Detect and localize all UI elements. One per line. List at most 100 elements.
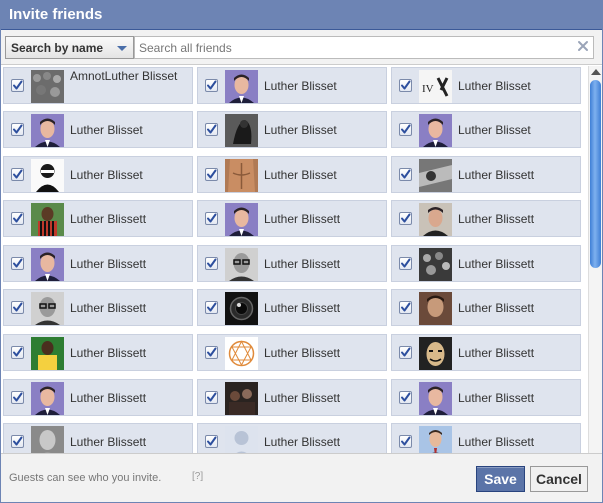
friend-avatar (225, 292, 258, 325)
guests-note: Guests can see who you invite. (9, 472, 162, 484)
friend-checkbox[interactable] (205, 79, 218, 92)
friend-checkbox[interactable] (11, 79, 24, 92)
friend-checkbox[interactable] (399, 301, 412, 314)
friend-item[interactable]: Luther Blissett (391, 379, 581, 416)
friend-item[interactable]: Luther Blissett (391, 289, 581, 326)
friend-checkbox[interactable] (205, 346, 218, 359)
checkmark-icon (13, 302, 23, 312)
friend-item[interactable]: Luther Blisset (391, 111, 581, 148)
friend-checkbox[interactable] (399, 79, 412, 92)
friend-item[interactable]: Luther Blissett (197, 245, 387, 282)
friend-item[interactable]: Luther Blissett (3, 200, 193, 237)
friend-item[interactable]: Luther Blisset (3, 111, 193, 148)
friend-name: Luther Blisset (70, 123, 143, 137)
friend-avatar (31, 70, 64, 103)
friend-checkbox[interactable] (205, 301, 218, 314)
search-bar: Search by name (1, 30, 602, 65)
help-link[interactable]: [?] (192, 471, 203, 482)
invite-friends-dialog: Invite friends Search by name AmnotLuthe… (0, 0, 603, 503)
friend-item[interactable]: Luther Blissett (197, 379, 387, 416)
friend-item[interactable]: Luther Blisset (197, 156, 387, 193)
checkmark-icon (207, 392, 217, 402)
friend-item[interactable]: Luther Blissett (3, 379, 193, 416)
friend-item[interactable]: IV Luther Blisset (391, 67, 581, 104)
friend-name: Luther Blissett (458, 346, 535, 360)
friend-item[interactable]: Luther Blissett (391, 156, 581, 193)
friend-avatar (419, 337, 452, 370)
friend-checkbox[interactable] (399, 168, 412, 181)
friend-item[interactable]: Luther Blissett (3, 423, 193, 453)
friend-avatar (31, 337, 64, 370)
friend-checkbox[interactable] (205, 168, 218, 181)
friend-item[interactable]: Luther Blissett (391, 423, 581, 453)
checkmark-icon (13, 258, 23, 268)
friend-checkbox[interactable] (11, 212, 24, 225)
friend-checkbox[interactable] (399, 212, 412, 225)
friend-name: Luther Blissett (70, 301, 147, 315)
cancel-button[interactable]: Cancel (530, 466, 588, 492)
friend-item[interactable]: AmnotLuther Blisset (3, 67, 193, 104)
checkmark-icon (401, 124, 411, 134)
friend-checkbox[interactable] (11, 301, 24, 314)
friend-name: Luther Blisset (458, 123, 531, 137)
checkmark-icon (207, 347, 217, 357)
friend-avatar (225, 248, 258, 281)
friend-item[interactable]: Luther Blissett (3, 334, 193, 371)
friend-item[interactable]: Luther Blissett (197, 423, 387, 453)
search-filter-dropdown[interactable]: Search by name (5, 36, 134, 59)
friend-checkbox[interactable] (11, 346, 24, 359)
friend-checkbox[interactable] (205, 212, 218, 225)
scrollbar[interactable] (588, 66, 602, 453)
checkmark-icon (13, 169, 23, 179)
friend-avatar (419, 292, 452, 325)
friend-name: Luther Blisset (70, 168, 143, 182)
friend-item[interactable]: Luther Blissett (391, 200, 581, 237)
friend-item[interactable]: Luther Blissett (197, 200, 387, 237)
friend-name: Luther Blisset (458, 79, 531, 93)
friend-item[interactable]: Luther Blisset (3, 156, 193, 193)
friend-list: AmnotLuther Blisset Luther Blisset IV Luthe… (1, 66, 587, 453)
friend-checkbox[interactable] (399, 435, 412, 448)
friend-item[interactable]: Luther Blissett (197, 289, 387, 326)
friend-item[interactable]: Luther Blissett (3, 289, 193, 326)
friend-checkbox[interactable] (399, 346, 412, 359)
friend-checkbox[interactable] (399, 391, 412, 404)
friend-avatar (225, 426, 258, 453)
friend-checkbox[interactable] (205, 435, 218, 448)
friend-name: Luther Blissett (458, 301, 535, 315)
friend-name: Luther Blissett (70, 257, 147, 271)
friend-checkbox[interactable] (11, 391, 24, 404)
friend-name: Luther Blissett (70, 346, 147, 360)
friend-checkbox[interactable] (205, 391, 218, 404)
friend-checkbox[interactable] (11, 435, 24, 448)
checkmark-icon (207, 302, 217, 312)
friend-item[interactable]: Luther Blissett (197, 334, 387, 371)
checkmark-icon (207, 124, 217, 134)
friend-item[interactable]: Luther Blissett (391, 245, 581, 282)
friend-checkbox[interactable] (205, 123, 218, 136)
friend-item[interactable]: Luther Blissett (391, 334, 581, 371)
friend-avatar (31, 248, 64, 281)
friend-name: Luther Blisset (264, 123, 337, 137)
checkmark-icon (13, 80, 23, 90)
clear-icon[interactable] (576, 39, 590, 53)
friend-avatar (31, 203, 64, 236)
friend-checkbox[interactable] (11, 257, 24, 270)
friend-avatar (225, 337, 258, 370)
friend-checkbox[interactable] (11, 168, 24, 181)
friend-checkbox[interactable] (205, 257, 218, 270)
save-button[interactable]: Save (476, 466, 525, 492)
scroll-thumb[interactable] (590, 80, 601, 268)
friend-name: Luther Blissett (458, 212, 535, 226)
friend-checkbox[interactable] (399, 123, 412, 136)
friend-avatar (225, 159, 258, 192)
friend-name: Luther Blissett (70, 212, 147, 226)
scroll-up-arrow-icon[interactable] (591, 69, 601, 75)
friend-item[interactable]: Luther Blisset (197, 67, 387, 104)
friend-checkbox[interactable] (11, 123, 24, 136)
search-input[interactable] (134, 36, 594, 59)
friend-checkbox[interactable] (399, 257, 412, 270)
friend-item[interactable]: Luther Blisset (197, 111, 387, 148)
dialog-title: Invite friends (9, 6, 103, 23)
friend-item[interactable]: Luther Blissett (3, 245, 193, 282)
